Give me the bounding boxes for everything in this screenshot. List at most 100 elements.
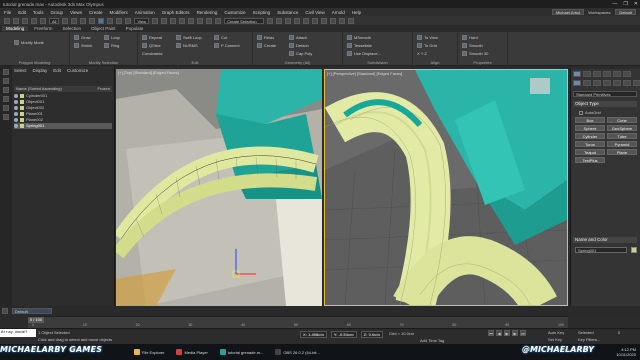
menu-item[interactable]: Modifiers — [110, 10, 128, 15]
selection-filter-dropdown[interactable]: All — [49, 17, 60, 24]
x-coord[interactable]: X: 1.498cm — [300, 331, 327, 338]
object-type-button[interactable]: Tube — [607, 133, 637, 139]
tab-populate[interactable]: Populate — [122, 26, 148, 31]
key-filters-button[interactable]: Key Filters... — [578, 337, 600, 342]
filter-geometry-icon[interactable] — [3, 69, 9, 75]
menu-item[interactable]: Substance — [277, 10, 298, 15]
loop-button[interactable]: Loop — [104, 35, 120, 40]
pivot-icon[interactable] — [152, 17, 159, 24]
object-type-button[interactable]: Cylinder — [575, 133, 605, 139]
ribbon-toggle-icon[interactable] — [294, 17, 301, 24]
rect-select-icon[interactable] — [80, 17, 87, 24]
edit-named-sets-icon[interactable] — [215, 17, 222, 24]
tab-selection[interactable]: Selection — [59, 26, 86, 31]
visibility-eye-icon[interactable] — [14, 106, 18, 110]
viewport-perspective[interactable]: [+] [Perspective] [Standard] [Edged Face… — [324, 69, 568, 306]
menu-item[interactable]: Rendering — [197, 10, 218, 15]
render-setup-icon[interactable] — [330, 17, 337, 24]
material-editor-icon[interactable] — [321, 17, 328, 24]
grow-button[interactable]: Grow — [74, 35, 91, 40]
redo-icon[interactable] — [13, 17, 19, 24]
taskbar-app[interactable]: tutorial grenade.m... — [216, 345, 268, 359]
object-type-rollout[interactable]: Object Type — [573, 101, 637, 107]
undo-icon[interactable] — [4, 17, 10, 24]
y-coord[interactable]: Y: -0.54cm — [330, 331, 357, 338]
use-displace-button[interactable]: Use Displace... — [347, 51, 381, 56]
tab-freeform[interactable]: Freeform — [30, 26, 56, 31]
filter-spacewarps-icon[interactable] — [3, 114, 9, 120]
msmooth-button[interactable]: MSmooth — [347, 35, 371, 40]
rendered-frame-icon[interactable] — [339, 17, 346, 24]
schematic-view-icon[interactable] — [312, 17, 319, 24]
spacewarps-icon[interactable] — [623, 80, 631, 86]
viewport-label[interactable]: [+] [Top] [Standard] [Edged Faces] — [118, 70, 179, 75]
menu-item[interactable]: Civil View — [305, 10, 324, 15]
column-header[interactable]: Name (Sorted Ascending) Frozen — [14, 86, 112, 92]
unlink-icon[interactable] — [31, 17, 37, 24]
visibility-eye-icon[interactable] — [14, 100, 18, 104]
mirror-icon[interactable] — [267, 17, 274, 24]
minimize-button[interactable]: — — [612, 1, 617, 7]
reference-coord-dropdown[interactable]: View — [134, 17, 150, 24]
tab-modeling[interactable]: Modeling — [2, 26, 29, 31]
tab-object-paint[interactable]: Object Paint — [87, 26, 120, 31]
hard-button[interactable]: Hard — [462, 35, 478, 40]
menu-item[interactable]: Arnold — [332, 10, 345, 15]
link-icon[interactable] — [22, 17, 28, 24]
hierarchy-tab-icon[interactable] — [593, 71, 601, 77]
se-menu-select[interactable]: Select — [14, 68, 27, 73]
geometry-icon[interactable] — [573, 80, 581, 86]
add-time-tag-button[interactable]: Add Time Tag — [420, 338, 444, 343]
visibility-eye-icon[interactable] — [14, 124, 18, 128]
visibility-eye-icon[interactable] — [14, 94, 18, 98]
filter-cameras-icon[interactable] — [3, 96, 9, 102]
se-menu-customize[interactable]: Customize — [67, 68, 88, 73]
layer-icon[interactable] — [2, 308, 8, 314]
taskbar-app[interactable]: File Explorer — [130, 345, 168, 359]
window-crossing-icon[interactable] — [89, 17, 96, 24]
object-type-button[interactable]: Plane — [607, 149, 637, 155]
layers-icon[interactable] — [285, 17, 292, 24]
nurms-button[interactable]: NURMS — [176, 43, 198, 48]
object-type-button[interactable]: TextPlus — [575, 157, 605, 163]
workspace-dropdown[interactable]: Default — [615, 9, 636, 15]
cut-button[interactable]: Cut — [214, 35, 227, 40]
menu-item[interactable]: Help — [352, 10, 361, 15]
angle-snap-icon[interactable] — [188, 17, 195, 24]
modify-tab-icon[interactable] — [583, 71, 591, 77]
to-grid-button[interactable]: To Grid — [417, 43, 437, 48]
go-to-start-icon[interactable]: ⏮ — [488, 330, 494, 336]
viewport-label[interactable]: [+] [Perspective] [Standard] [Edged Face… — [327, 71, 402, 76]
autogrid-checkbox[interactable]: AutoGrid — [579, 110, 601, 115]
close-button[interactable]: ✕ — [634, 1, 638, 7]
snaps-icon[interactable] — [179, 17, 186, 24]
helpers-icon[interactable] — [613, 80, 621, 86]
select-by-name-icon[interactable] — [71, 17, 78, 24]
qslice-button[interactable]: QSlice — [142, 43, 161, 48]
percent-snap-icon[interactable] — [197, 17, 204, 24]
key-mode-dropdown[interactable]: Selected — [578, 330, 594, 335]
play-icon[interactable]: ▶ — [504, 330, 510, 336]
smooth-30-button[interactable]: Smooth 30 — [462, 51, 488, 56]
name-and-color-rollout[interactable]: Name and Color — [573, 237, 637, 243]
previous-frame-icon[interactable]: ◀ — [496, 330, 502, 336]
set-key-button[interactable]: Set Key — [548, 337, 562, 342]
utilities-tab-icon[interactable] — [623, 71, 631, 77]
menu-item[interactable]: Group — [51, 10, 64, 15]
scene-row[interactable]: Spring001 — [14, 123, 112, 129]
filter-lights-icon[interactable] — [3, 87, 9, 93]
smooth-button[interactable]: Smooth — [462, 43, 483, 48]
se-menu-display[interactable]: Display — [33, 68, 48, 73]
object-type-button[interactable]: Sphere — [575, 125, 605, 131]
object-name-field[interactable]: Spring001 — [575, 247, 627, 253]
object-type-button[interactable]: Pyramid — [607, 141, 637, 147]
menu-item[interactable]: Graph Editors — [162, 10, 190, 15]
se-menu-edit[interactable]: Edit — [53, 68, 61, 73]
relax-button[interactable]: Relax — [257, 35, 274, 40]
object-color-swatch[interactable] — [631, 247, 637, 253]
menu-item[interactable]: File — [4, 10, 11, 15]
place-icon[interactable] — [125, 17, 132, 24]
cameras-icon[interactable] — [603, 80, 611, 86]
display-tab-icon[interactable] — [613, 71, 621, 77]
maximize-button[interactable]: ❐ — [623, 1, 627, 7]
